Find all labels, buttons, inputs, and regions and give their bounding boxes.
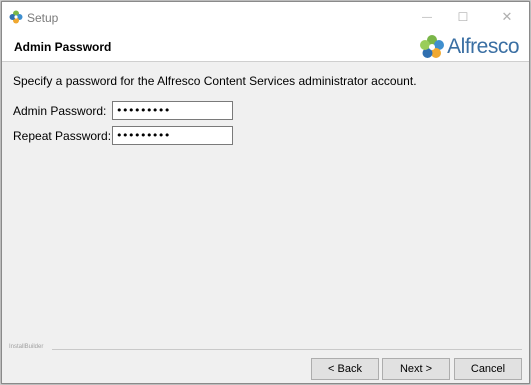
admin-password-field[interactable]: [112, 101, 233, 120]
next-button[interactable]: Next >: [382, 358, 450, 380]
repeat-password-field[interactable]: [112, 126, 233, 145]
title-bar[interactable]: Setup — ☐ ✕: [2, 2, 529, 32]
maximize-icon: ☐: [457, 10, 469, 24]
close-button[interactable]: ✕: [492, 6, 522, 28]
installbuilder-brand: InstallBuilder: [9, 344, 44, 350]
minimize-button[interactable]: —: [412, 6, 442, 28]
window-title: Setup: [27, 11, 59, 25]
alfresco-logo-icon: [420, 35, 445, 58]
footer-divider: [52, 349, 522, 350]
maximize-button[interactable]: ☐: [448, 6, 478, 28]
cancel-button[interactable]: Cancel: [454, 358, 522, 380]
repeat-password-label: Repeat Password:: [13, 129, 112, 143]
logo-text: Alfresco: [447, 35, 519, 58]
page-header: Admin Password Alfresco: [2, 32, 529, 62]
admin-password-label: Admin Password:: [13, 104, 107, 118]
page-title: Admin Password: [14, 40, 112, 54]
setup-window: Setup — ☐ ✕ Admin Password Alfresco Spec…: [1, 1, 530, 384]
close-icon: ✕: [501, 9, 513, 24]
alfresco-logo: Alfresco: [419, 33, 519, 61]
alfresco-flower-icon: [9, 10, 23, 24]
main-content: Specify a password for the Alfresco Cont…: [2, 62, 529, 352]
back-button[interactable]: < Back: [311, 358, 379, 380]
minimize-icon: —: [422, 11, 432, 23]
instruction-text: Specify a password for the Alfresco Cont…: [13, 74, 417, 88]
